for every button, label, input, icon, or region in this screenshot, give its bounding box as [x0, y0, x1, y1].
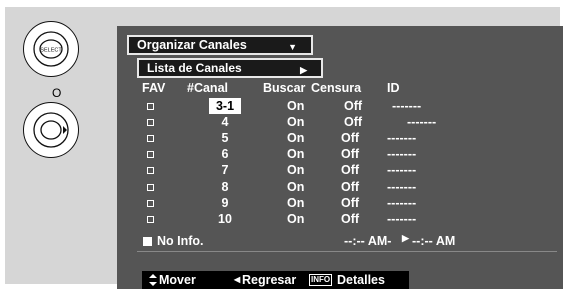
channel-number: 3-1 [209, 98, 241, 114]
select-button-icon: SELECT [33, 31, 69, 67]
censor-value: Off [341, 163, 360, 178]
details-label: Detalles [337, 273, 385, 287]
channel-number: 10 [218, 211, 232, 226]
header-id: ID [387, 81, 400, 95]
svg-text:SELECT: SELECT [40, 48, 62, 54]
back-label: Regresar [242, 273, 297, 287]
id-value: ------- [387, 179, 417, 194]
square-icon [143, 237, 152, 246]
manual-figure-frame: SELECT O Organizar Canales ▼ Lista de Ca… [5, 7, 563, 289]
fav-checkbox[interactable] [147, 199, 154, 207]
search-value: On [287, 211, 305, 226]
channel-number: 7 [221, 163, 229, 178]
right-arrow-button-icon [33, 112, 69, 148]
tv-screen: Organizar Canales ▼ Lista de Canales ▶ F… [117, 26, 563, 289]
search-value: On [287, 147, 305, 162]
channel-number: 6 [221, 147, 229, 162]
fav-checkbox[interactable] [147, 183, 154, 191]
header-channel: #Canal [187, 81, 228, 95]
header-search: Buscar [263, 81, 306, 95]
header-fav: FAV [142, 81, 166, 95]
id-value: ------- [387, 195, 417, 210]
id-value: ------- [387, 147, 417, 162]
remote-right-illustration [23, 102, 79, 158]
fav-checkbox[interactable] [147, 119, 154, 127]
time-end: --:-- AM [412, 234, 456, 248]
channel-number: 4 [221, 115, 229, 130]
id-value: ------- [387, 163, 417, 178]
channel-number: 8 [221, 179, 229, 194]
header-censor: Censura [311, 81, 362, 95]
fav-checkbox[interactable] [147, 167, 154, 175]
fav-checkbox[interactable] [147, 103, 154, 110]
search-value: On [287, 131, 305, 146]
search-value: On [287, 195, 305, 210]
up-down-arrow-icon [149, 274, 157, 286]
time-start: --:-- AM- [344, 234, 392, 248]
channel-number: 5 [221, 131, 229, 146]
censor-value: Off [341, 211, 360, 226]
search-value: On [287, 99, 305, 113]
footer-bar: Mover ◀ Regresar INFO Detalles [142, 271, 409, 289]
censor-value: Off [344, 115, 363, 130]
remote-select-illustration: SELECT [23, 21, 79, 77]
or-label: O [52, 86, 62, 100]
fav-checkbox[interactable] [147, 151, 154, 159]
censor-value: Off [341, 147, 360, 162]
censor-value: Off [341, 195, 360, 210]
fav-checkbox[interactable] [147, 135, 154, 143]
no-info-label: No Info. [157, 234, 204, 248]
id-value: ------- [387, 131, 417, 146]
info-divider [137, 251, 557, 252]
right-arrow-icon: ▶ [402, 233, 409, 243]
censor-value: Off [341, 179, 360, 194]
censor-value: Off [344, 99, 363, 113]
id-value: ------- [392, 99, 422, 113]
move-label: Mover [159, 273, 196, 287]
info-button-icon: INFO [309, 274, 333, 286]
search-value: On [287, 115, 305, 130]
search-value: On [287, 163, 305, 178]
search-value: On [287, 179, 305, 194]
channel-number: 9 [221, 195, 229, 210]
fav-checkbox[interactable] [147, 215, 154, 223]
channel-table: FAV #Canal Buscar Censura ID 3-1 On Off ---… [117, 26, 563, 289]
id-value: ------- [407, 115, 437, 130]
id-value: ------- [387, 211, 417, 226]
left-arrow-icon: ◀ [234, 275, 241, 284]
censor-value: Off [341, 131, 360, 146]
